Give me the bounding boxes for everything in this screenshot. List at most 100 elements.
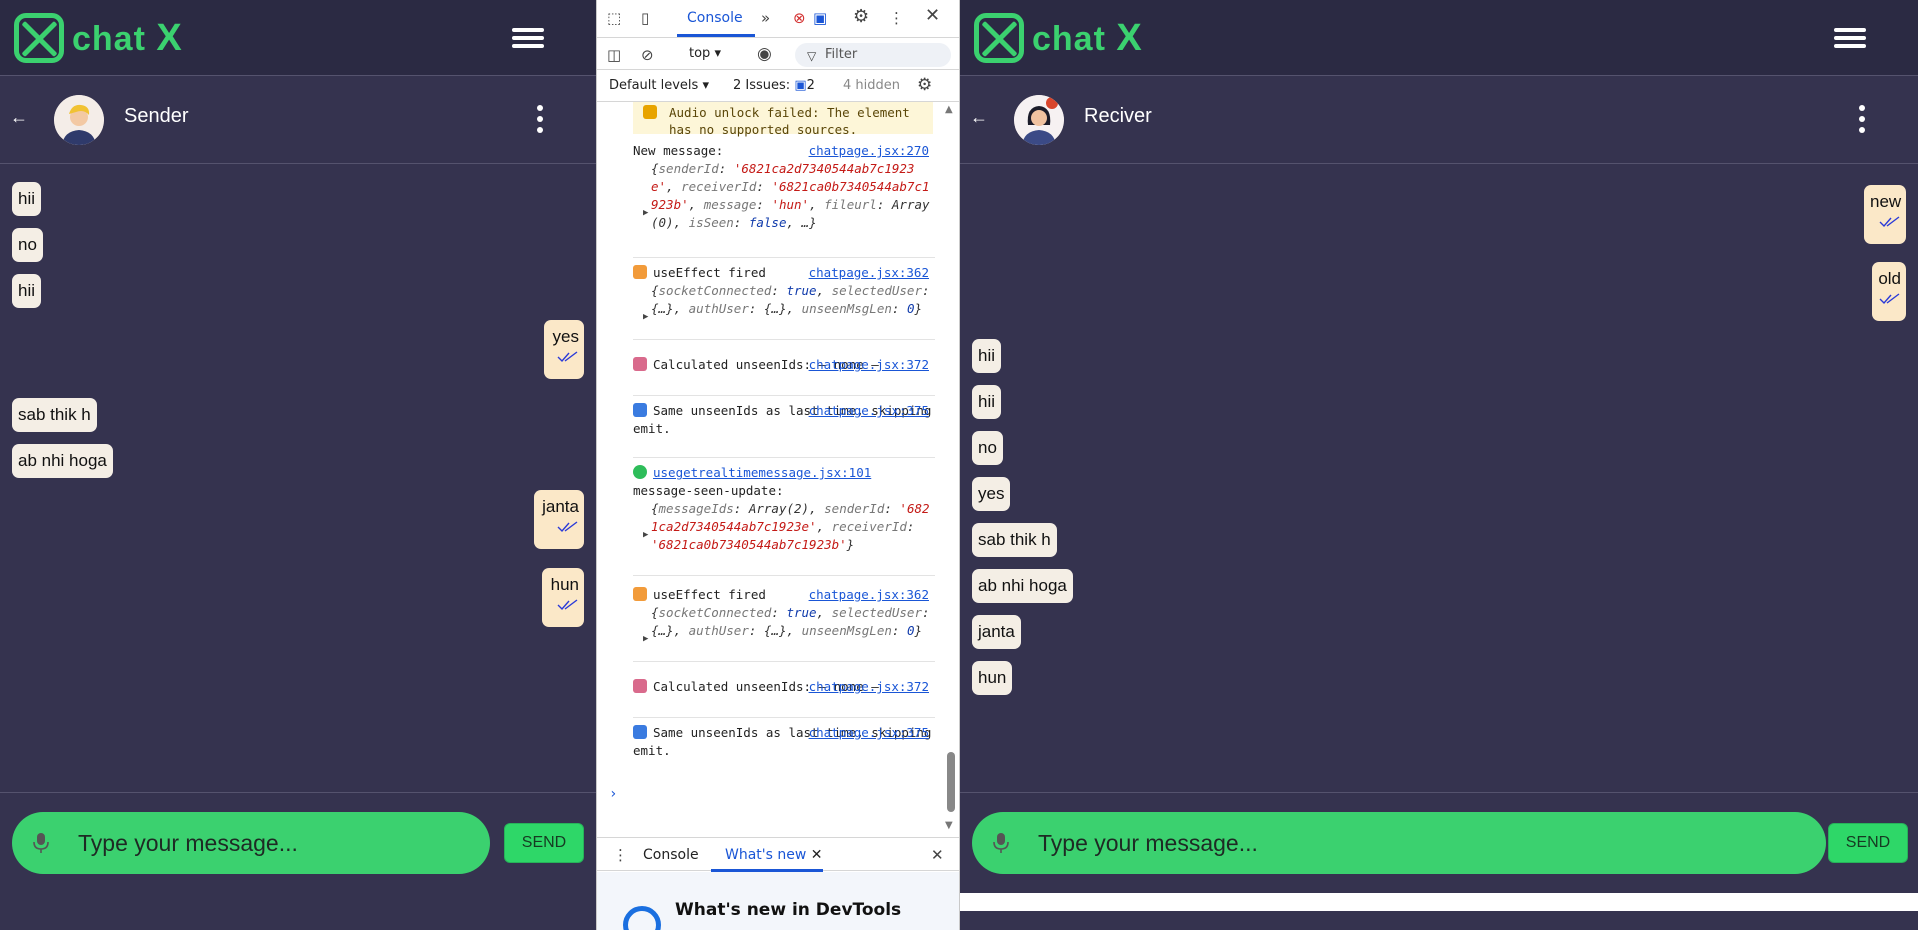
app-logo[interactable]: chat X	[974, 13, 1143, 63]
message-bubble: hun	[972, 661, 1013, 695]
console-entry: Same unseenIds as last time, skipping em…	[633, 402, 935, 458]
devtools-panel: ⬚ ▯ Console » ⊗ ▣ ⚙ ⋮ ✕ ◫ ⊘ top ▾ ◉ ▽ Fi…	[596, 0, 960, 930]
inspect-element-icon[interactable]: ⬚	[607, 9, 621, 27]
back-arrow-icon[interactable]: ←	[10, 107, 30, 127]
app-header: chat X	[960, 0, 1918, 76]
menu-icon[interactable]	[512, 26, 544, 50]
console-output: Audio unlock failed: The element has no …	[597, 102, 941, 837]
console-scrollbar[interactable]: ▲ ▼	[943, 102, 957, 837]
hidden-messages-count: 4 hidden	[843, 78, 900, 93]
logo-x-icon	[14, 13, 64, 63]
context-select[interactable]: top ▾	[689, 46, 721, 61]
source-link[interactable]: chatpage.jsx:372	[809, 678, 929, 696]
message-list: hii no hii yes sab thik h ab nhi hoga ja…	[0, 165, 596, 793]
more-tabs-icon[interactable]: »	[761, 9, 770, 27]
divider	[0, 792, 596, 793]
expand-caret-icon[interactable]: ▶	[643, 308, 648, 326]
screen: chat X ← Sender hii no hii yes sab thik …	[0, 0, 1918, 930]
app-logo[interactable]: chat X	[14, 13, 183, 63]
contact-name: Sender	[124, 105, 189, 127]
expand-caret-icon[interactable]: ▶	[643, 526, 648, 544]
source-link[interactable]: chatpage.jsx:375	[809, 724, 929, 742]
active-tab-indicator	[677, 34, 755, 37]
message-badge-icon[interactable]: ▣	[813, 9, 827, 27]
more-options-icon[interactable]: ⋮	[889, 9, 904, 27]
drawer-tab-console[interactable]: Console	[643, 847, 699, 863]
scroll-thumb[interactable]	[947, 752, 955, 812]
message-input[interactable]	[78, 824, 468, 862]
siren-icon	[633, 265, 647, 279]
message-list: new old hii hii no yes sab thik h ab nhi…	[960, 165, 1918, 793]
source-link[interactable]: chatpage.jsx:362	[809, 586, 929, 604]
logo-text: chat	[72, 19, 146, 58]
clear-console-icon[interactable]: ⊘	[641, 46, 654, 64]
avatar[interactable]	[1014, 95, 1064, 145]
console-settings-icon[interactable]: ⚙	[917, 76, 932, 94]
filter-input[interactable]: ▽ Filter	[795, 43, 951, 67]
issues-button[interactable]: 2 Issues: ▣2	[733, 78, 815, 93]
source-link[interactable]: usegetrealtimemessage.jsx:101	[653, 465, 871, 480]
live-expression-eye-icon[interactable]: ◉	[757, 45, 772, 63]
scroll-down-icon[interactable]: ▼	[945, 820, 953, 831]
device-toggle-icon[interactable]: ▯	[641, 9, 649, 27]
menu-icon[interactable]	[1834, 26, 1866, 50]
microphone-icon[interactable]	[32, 832, 50, 854]
expand-caret-icon[interactable]: ▶	[643, 630, 648, 648]
double-check-icon	[1879, 216, 1900, 228]
send-button[interactable]: SEND	[1828, 823, 1908, 863]
log-levels-select[interactable]: Default levels ▾	[609, 78, 709, 93]
more-options-icon[interactable]	[1858, 105, 1866, 135]
conversation-header: ← Sender	[0, 77, 596, 164]
message-bubble: ab nhi hoga	[972, 569, 1073, 603]
message-bubble: no	[972, 431, 1003, 465]
whats-new-panel: What's new in DevTools	[597, 872, 959, 930]
message-bubble: hii	[972, 385, 1002, 419]
error-badge-icon[interactable]: ⊗	[793, 9, 806, 27]
console-entry: New message: chatpage.jsx:270 ▶ {senderI…	[633, 142, 935, 258]
scroll-up-icon[interactable]: ▲	[945, 104, 953, 115]
receiver-chat-window: chat X ← Reciver new old hii hii no yes …	[960, 0, 1918, 930]
chrome-devtools-logo	[623, 906, 661, 930]
drawer-tab-whats-new[interactable]: What's new ✕	[725, 847, 823, 863]
source-link[interactable]: chatpage.jsx:270	[809, 142, 929, 160]
message-bubble-sent: yes	[544, 320, 584, 379]
memo-icon	[633, 357, 647, 371]
message-bubble: ab nhi hoga	[12, 444, 113, 478]
double-check-icon	[557, 351, 578, 363]
settings-gear-icon[interactable]: ⚙	[853, 8, 869, 26]
console-status-bar: Default levels ▾ 2 Issues: ▣2 4 hidden ⚙	[597, 70, 959, 102]
console-entry: usegetrealtimemessage.jsx:101 message-se…	[633, 464, 935, 576]
double-check-icon	[557, 599, 578, 611]
logo-x-letter: X	[156, 16, 183, 59]
message-bubble: sab thik h	[972, 523, 1057, 557]
close-tab-icon[interactable]: ✕	[811, 847, 823, 863]
message-input[interactable]	[1038, 824, 1798, 862]
source-link[interactable]: chatpage.jsx:375	[809, 402, 929, 420]
microphone-icon[interactable]	[992, 832, 1010, 854]
filter-icon: ▽	[807, 49, 817, 63]
drawer-tabbar: ⋮ Console What's new ✕ ✕	[597, 837, 959, 872]
tab-console[interactable]: Console	[687, 10, 743, 26]
send-button[interactable]: SEND	[504, 823, 584, 863]
sender-chat-window: chat X ← Sender hii no hii yes sab thik …	[0, 0, 596, 930]
close-icon[interactable]: ✕	[925, 7, 940, 25]
console-entry: useEffect fired chatpage.jsx:362 ▶ {sock…	[633, 586, 935, 662]
contact-name: Reciver	[1084, 105, 1152, 127]
avatar[interactable]	[54, 95, 104, 145]
sidebar-toggle-icon[interactable]: ◫	[607, 46, 621, 64]
console-toolbar: ◫ ⊘ top ▾ ◉ ▽ Filter	[597, 38, 959, 70]
conversation-header: ← Reciver	[960, 77, 1918, 164]
expand-caret-icon[interactable]: ▶	[643, 204, 648, 222]
console-entry: useEffect fired chatpage.jsx:362 ▶ {sock…	[633, 264, 935, 340]
green-circle-icon	[633, 465, 647, 479]
source-link[interactable]: chatpage.jsx:372	[809, 356, 929, 374]
page-footer-strip	[960, 893, 1918, 911]
console-entry: Same unseenIds as last time, skipping em…	[633, 724, 932, 758]
console-prompt[interactable]: ›	[609, 786, 617, 802]
divider	[960, 792, 1918, 793]
close-drawer-icon[interactable]: ✕	[931, 846, 944, 864]
more-options-icon[interactable]	[536, 105, 544, 135]
back-arrow-icon[interactable]: ←	[970, 107, 990, 127]
drawer-menu-icon[interactable]: ⋮	[613, 846, 628, 864]
source-link[interactable]: chatpage.jsx:362	[809, 264, 929, 282]
